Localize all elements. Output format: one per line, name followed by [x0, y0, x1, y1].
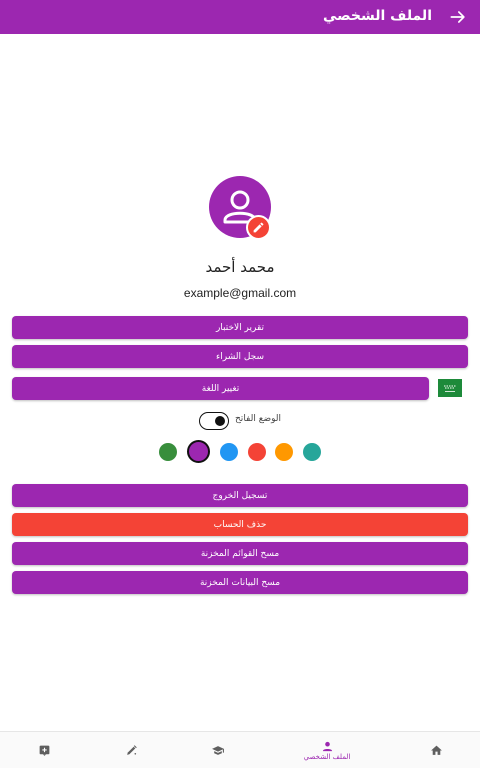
add-box-icon: [39, 745, 49, 756]
light-mode-toggle[interactable]: [199, 412, 229, 430]
profile-name: محمد أحمد: [205, 258, 275, 276]
light-mode-label: الوضع الفاتح: [235, 414, 282, 424]
purchase-history-button[interactable]: سجل الشراء: [12, 345, 468, 368]
nav-label-profile: الملف الشخصي: [303, 752, 351, 761]
person-icon: [322, 741, 332, 751]
change-language-button[interactable]: تغيير اللغة: [12, 377, 429, 400]
nav-item-home[interactable]: [406, 732, 466, 768]
nav-item-school[interactable]: [188, 732, 248, 768]
nav-item-profile[interactable]: الملف الشخصي: [297, 732, 357, 768]
color-swatch-green[interactable]: [159, 443, 177, 461]
avatar-container[interactable]: [209, 176, 271, 240]
color-swatch-blue[interactable]: [220, 443, 238, 461]
nav-item-edit[interactable]: [101, 732, 161, 768]
logout-button[interactable]: تسجيل الخروج: [12, 484, 468, 507]
clear-saved-data-button[interactable]: مسح البيانات المخزنة: [12, 571, 468, 594]
profile-email: example@gmail.com: [183, 286, 297, 300]
color-swatch-purple[interactable]: [187, 440, 210, 463]
clear-saved-lists-button[interactable]: مسح القوائم المخزنة: [12, 542, 468, 565]
saudi-flag-icon[interactable]: [438, 379, 462, 397]
color-swatch-orange[interactable]: [275, 443, 293, 461]
toggle-knob: [215, 415, 225, 426]
delete-account-button[interactable]: حذف الحساب: [12, 513, 468, 536]
bottom-navigation: الملف الشخصي: [0, 731, 480, 768]
app-bar: الملف الشخصي: [0, 0, 480, 34]
light-mode-row: الوضع الفاتح: [199, 412, 289, 430]
color-swatch-teal[interactable]: [303, 443, 321, 461]
color-swatch-red[interactable]: [248, 443, 266, 461]
home-icon: [430, 745, 442, 755]
quiz-report-button[interactable]: تقرير الاختبار: [12, 316, 468, 339]
edit-note-icon: [126, 745, 137, 755]
school-icon: [212, 746, 224, 755]
page-title: الملف الشخصي: [322, 8, 432, 24]
nav-item-add[interactable]: [14, 732, 74, 768]
pencil-icon: [253, 222, 264, 233]
arrow-forward-icon[interactable]: [448, 7, 468, 27]
edit-avatar-button[interactable]: [246, 215, 271, 240]
